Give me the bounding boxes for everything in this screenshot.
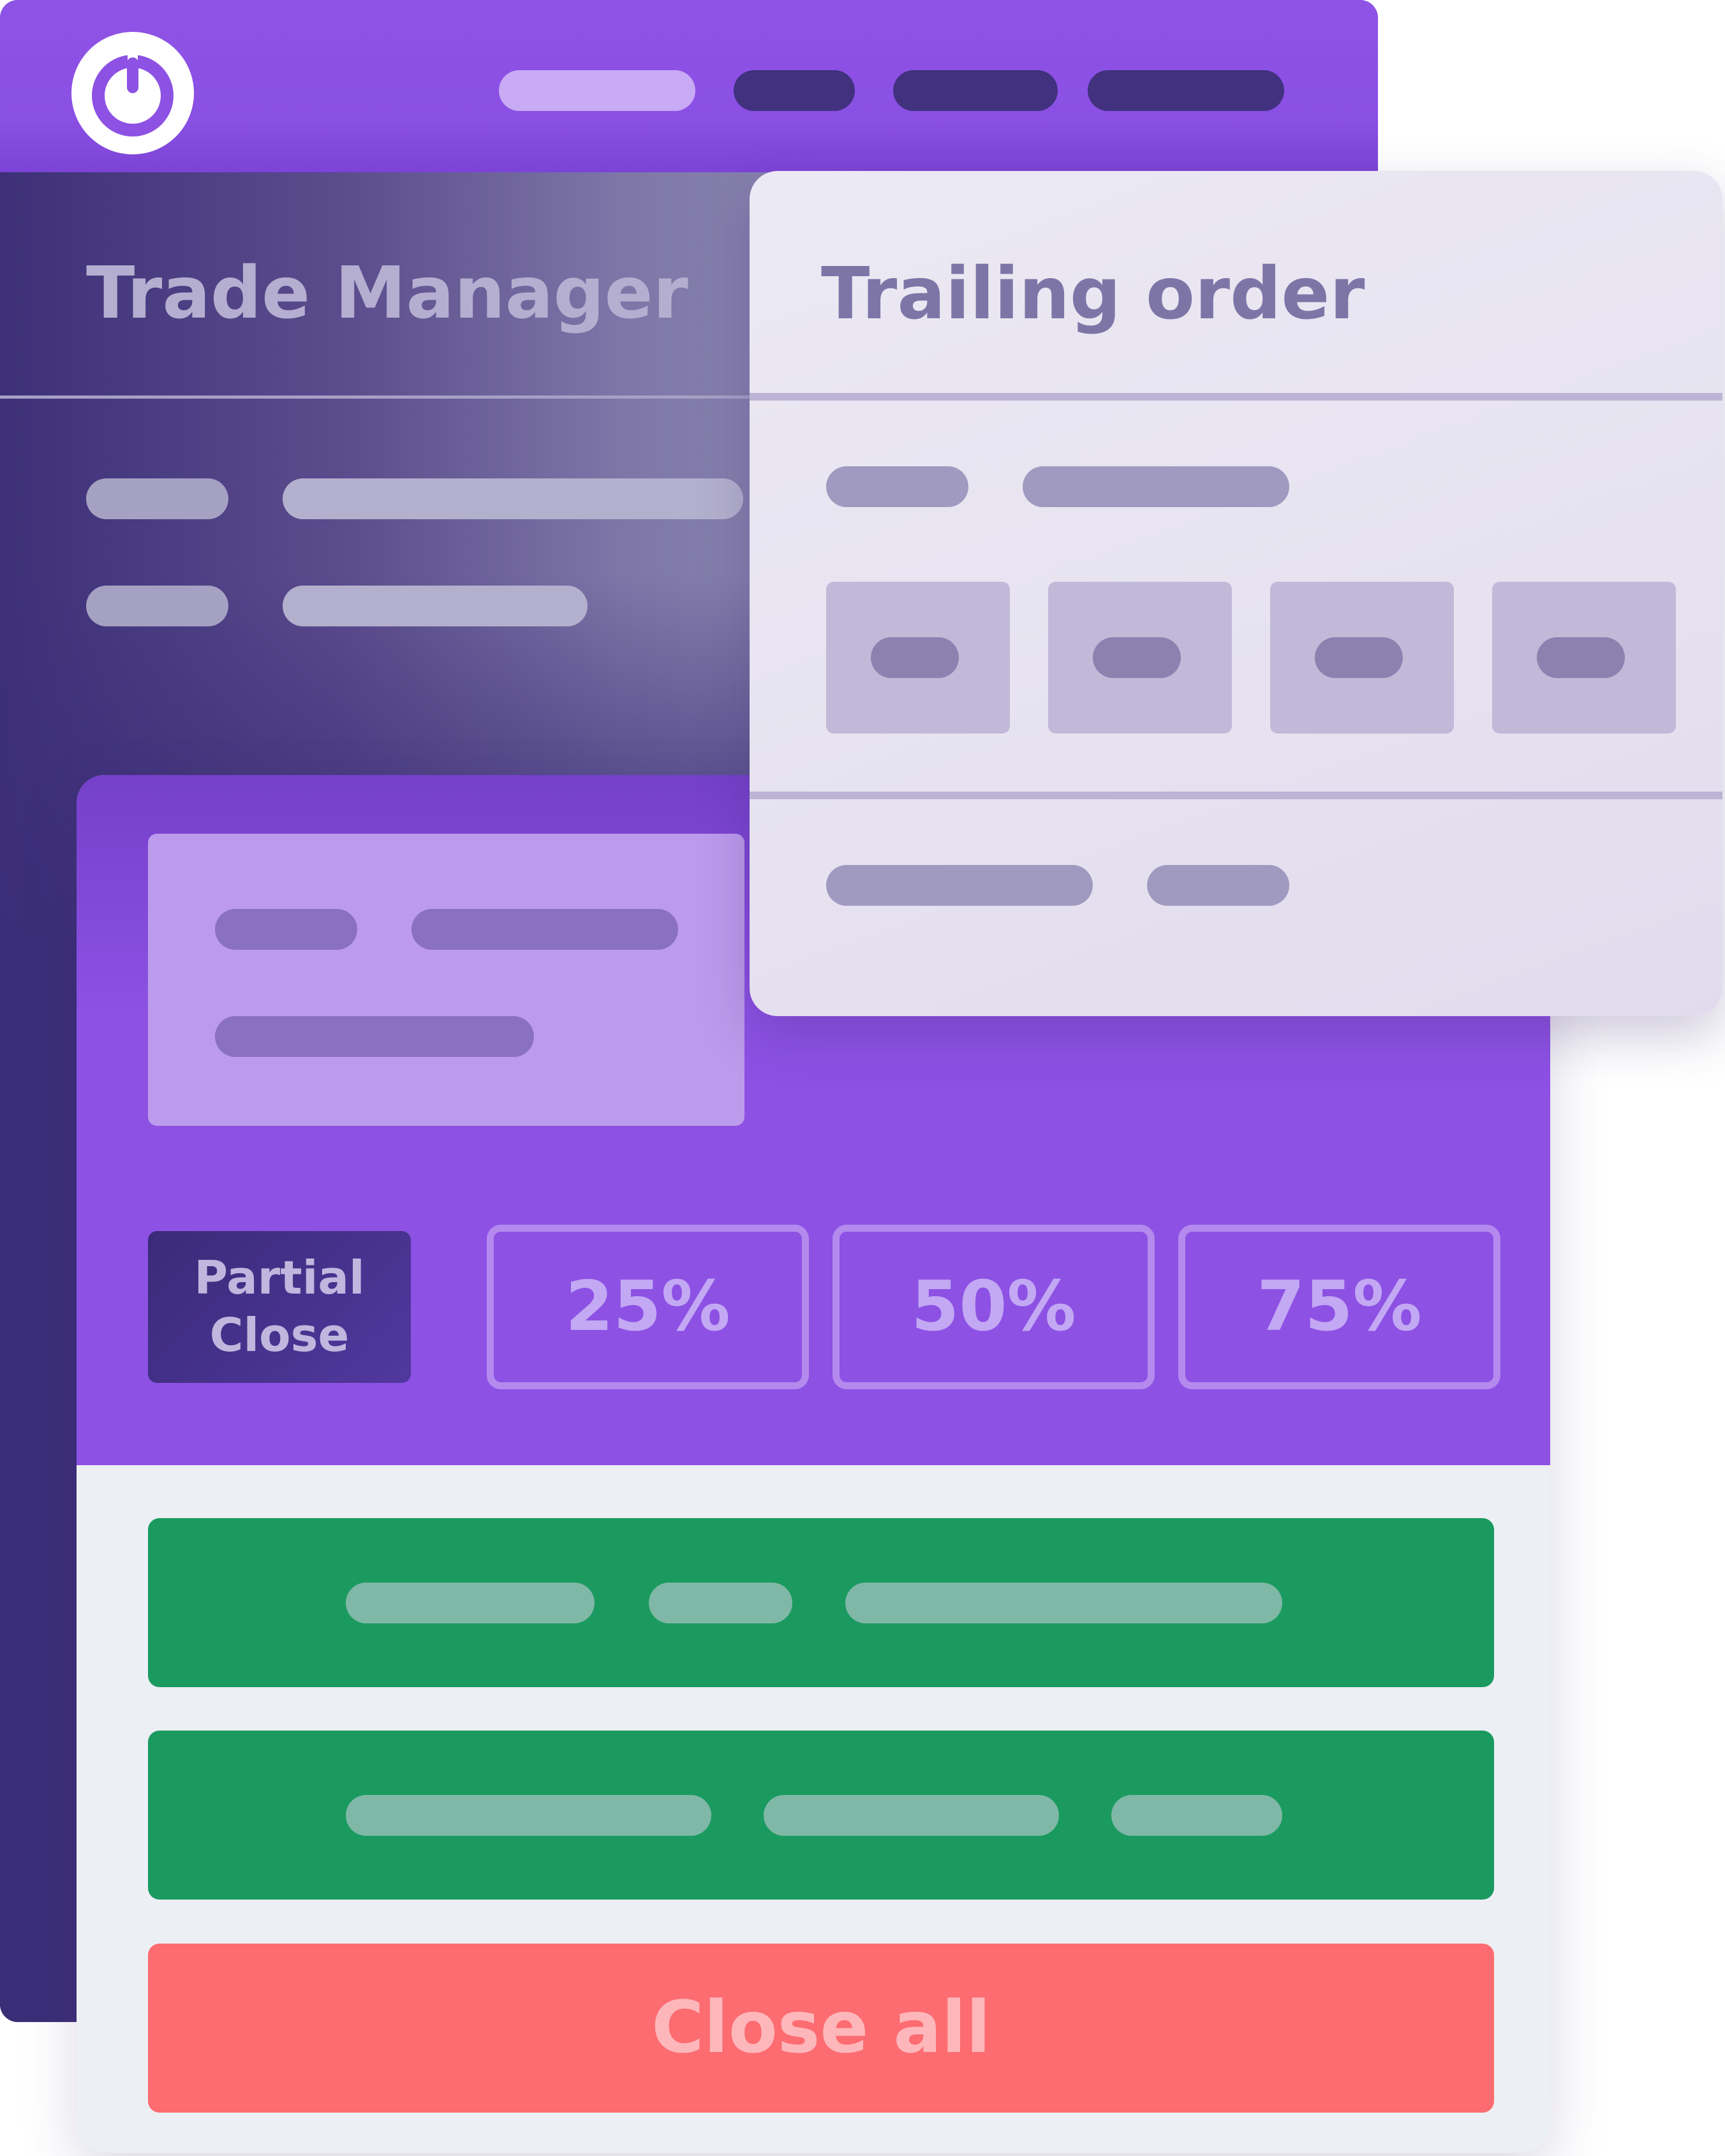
close-50-percent-button[interactable]: 50%: [833, 1225, 1155, 1389]
option-label: [1315, 637, 1403, 678]
placeholder-text: [1111, 1795, 1282, 1836]
close-25-percent-button[interactable]: 25%: [487, 1225, 809, 1389]
partial-close-button[interactable]: Partial Close: [148, 1231, 411, 1383]
title-divider: [0, 395, 753, 399]
option-label: [1093, 637, 1181, 678]
placeholder-text: [764, 1795, 1059, 1836]
close-75-percent-button[interactable]: 75%: [1178, 1225, 1500, 1389]
placeholder-label: [86, 586, 228, 626]
placeholder-text: [845, 1583, 1282, 1623]
placeholder-value: [283, 478, 743, 519]
close-all-button[interactable]: Close all: [148, 1944, 1494, 2113]
trailing-option-box[interactable]: [1492, 582, 1676, 734]
title-divider: [750, 393, 1722, 401]
placeholder-text: [346, 1795, 711, 1836]
placeholder-text: [346, 1583, 595, 1623]
nav-item[interactable]: [893, 70, 1058, 111]
trade-manager-title: Trade Manager: [86, 252, 688, 335]
placeholder-value: [215, 1016, 534, 1057]
placeholder-value: [1023, 466, 1289, 507]
trailing-option-box[interactable]: [1270, 582, 1454, 734]
trailing-order-title: Trailing order: [821, 253, 1365, 336]
trailing-option-box[interactable]: [1048, 582, 1232, 734]
placeholder-label: [826, 466, 968, 507]
green-action-button[interactable]: [148, 1731, 1494, 1900]
trailing-option-box[interactable]: [826, 582, 1010, 734]
nav-item[interactable]: [1088, 70, 1284, 111]
placeholder-value: [1147, 865, 1289, 906]
option-label: [871, 637, 959, 678]
green-action-button[interactable]: [148, 1518, 1494, 1687]
placeholder-text: [649, 1583, 792, 1623]
option-label: [1537, 637, 1625, 678]
trailing-order-panel: Trailing order: [750, 171, 1722, 1016]
top-navigation-bar: [0, 0, 1378, 172]
placeholder-label: [826, 865, 1093, 906]
section-divider: [750, 792, 1722, 799]
nav-item-active[interactable]: [499, 70, 695, 111]
placeholder-label: [86, 478, 228, 519]
placeholder-value: [411, 909, 678, 950]
placeholder-label: [215, 909, 357, 950]
position-info-card: [148, 834, 744, 1126]
placeholder-value: [283, 586, 588, 626]
power-logo-icon[interactable]: [71, 32, 194, 154]
nav-item[interactable]: [734, 70, 855, 111]
